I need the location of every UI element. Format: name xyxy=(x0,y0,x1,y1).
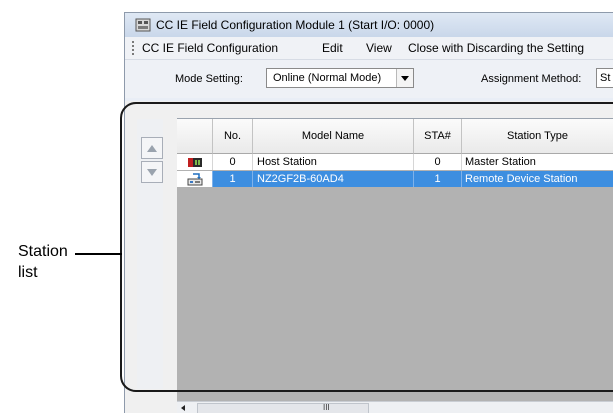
menu-view[interactable]: View xyxy=(366,41,392,55)
scroll-left-icon[interactable] xyxy=(181,405,185,411)
mode-setting-value: Online (Normal Mode) xyxy=(273,72,382,84)
station-list-outline xyxy=(120,102,613,392)
scrollbar-grip: III xyxy=(323,403,330,412)
menu-cc-ie-field-configuration[interactable]: CC IE Field Configuration xyxy=(142,41,278,55)
assignment-method-label: Assignment Method: xyxy=(481,73,582,85)
menu-edit[interactable]: Edit xyxy=(322,41,343,55)
menu-grip xyxy=(132,41,134,55)
mode-setting-select[interactable]: Online (Normal Mode) xyxy=(266,68,414,88)
chevron-down-icon[interactable] xyxy=(396,69,413,87)
assignment-method-value: St xyxy=(600,72,611,84)
callout-label-line2: list xyxy=(18,264,38,281)
menu-bar: CC IE Field Configuration Edit View Clos… xyxy=(125,37,613,60)
callout-line xyxy=(75,253,122,255)
callout-label-line1: Station xyxy=(18,243,68,260)
menu-close-discard[interactable]: Close with Discarding the Setting xyxy=(408,41,584,55)
app-icon xyxy=(135,18,151,32)
assignment-method-select[interactable]: St xyxy=(596,68,613,88)
mode-toolbar: Mode Setting: Online (Normal Mode) Assig… xyxy=(125,60,613,98)
title-bar: CC IE Field Configuration Module 1 (Star… xyxy=(125,13,613,37)
mode-setting-label: Mode Setting: xyxy=(175,73,243,85)
window-title: CC IE Field Configuration Module 1 (Star… xyxy=(156,18,435,32)
horizontal-scrollbar[interactable]: III xyxy=(177,401,613,413)
